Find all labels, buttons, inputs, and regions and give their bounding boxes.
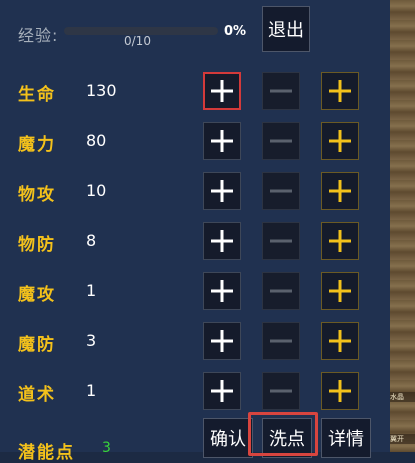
potential-label: 潜能点	[18, 443, 75, 463]
experience-count: 0/10	[124, 34, 151, 48]
remove-point-button[interactable]	[262, 172, 300, 210]
add-point-button[interactable]	[203, 272, 241, 310]
plus-icon	[211, 80, 233, 102]
details-button[interactable]: 详情	[321, 418, 371, 458]
plus-icon-gold	[329, 230, 351, 252]
minus-icon	[270, 139, 292, 143]
add-all-points-button[interactable]	[321, 272, 359, 310]
stat-value: 80	[86, 131, 107, 150]
scene-mark-2: 翼开	[390, 434, 415, 444]
plus-icon	[211, 330, 233, 352]
stat-name: 物防	[18, 235, 56, 255]
plus-icon-gold	[329, 80, 351, 102]
remove-point-button[interactable]	[262, 322, 300, 360]
game-scene-background: 水晶 翼开	[390, 0, 415, 452]
minus-icon	[270, 289, 292, 293]
remove-point-button[interactable]	[262, 272, 300, 310]
add-point-button[interactable]	[203, 172, 241, 210]
stat-name: 魔力	[18, 135, 56, 155]
plus-icon-gold	[329, 380, 351, 402]
add-point-button[interactable]	[203, 372, 241, 410]
experience-label: 经验:	[18, 26, 59, 45]
add-all-points-button[interactable]	[321, 222, 359, 260]
minus-icon	[270, 89, 292, 93]
confirm-button[interactable]: 确认	[203, 418, 253, 458]
stat-value: 1	[86, 381, 97, 400]
plus-icon	[211, 280, 233, 302]
add-all-points-button[interactable]	[321, 122, 359, 160]
plus-icon-gold	[329, 180, 351, 202]
remove-point-button[interactable]	[262, 372, 300, 410]
stat-value: 3	[86, 331, 97, 350]
minus-icon	[270, 339, 292, 343]
add-point-button[interactable]	[203, 222, 241, 260]
plus-icon	[211, 130, 233, 152]
scene-mark-1: 水晶	[390, 392, 415, 402]
stat-value: 8	[86, 231, 97, 250]
stat-name: 魔攻	[18, 285, 56, 305]
stat-value: 1	[86, 281, 97, 300]
add-point-button[interactable]	[203, 72, 241, 110]
stat-name: 道术	[18, 385, 56, 405]
stat-name: 生命	[18, 85, 56, 105]
remove-point-button[interactable]	[262, 122, 300, 160]
minus-icon	[270, 389, 292, 393]
add-point-button[interactable]	[203, 322, 241, 360]
plus-icon	[211, 380, 233, 402]
stat-value: 10	[86, 181, 107, 200]
exit-button[interactable]: 退出	[262, 6, 310, 52]
minus-icon	[270, 189, 292, 193]
stat-name: 物攻	[18, 185, 56, 205]
add-all-points-button[interactable]	[321, 172, 359, 210]
minus-icon	[270, 239, 292, 243]
plus-icon-gold	[329, 130, 351, 152]
stat-name: 魔防	[18, 335, 56, 355]
plus-icon-gold	[329, 280, 351, 302]
add-all-points-button[interactable]	[321, 322, 359, 360]
add-all-points-button[interactable]	[321, 72, 359, 110]
plus-icon	[211, 180, 233, 202]
attribute-panel: 经验: 0/10 0% 退出 生命 130 魔力 80 物攻 10 物防 8 魔攻 1 魔防 3 道术 1…	[0, 0, 390, 463]
experience-percent: 0%	[224, 24, 247, 39]
plus-icon-gold	[329, 330, 351, 352]
reset-highlight-box	[248, 412, 318, 456]
remove-point-button[interactable]	[262, 72, 300, 110]
add-point-button[interactable]	[203, 122, 241, 160]
add-all-points-button[interactable]	[321, 372, 359, 410]
potential-value: 3	[102, 440, 111, 456]
plus-icon	[211, 230, 233, 252]
remove-point-button[interactable]	[262, 222, 300, 260]
stat-value: 130	[86, 81, 117, 100]
